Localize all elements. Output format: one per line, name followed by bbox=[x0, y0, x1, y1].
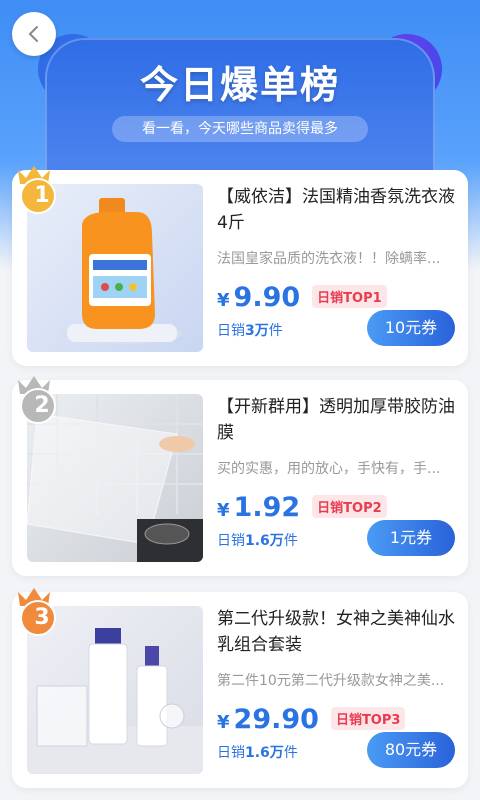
sales-value: 1.6万 bbox=[245, 745, 284, 761]
product-description: 第二件10元第二代升级款女神之美... bbox=[217, 673, 445, 689]
sales-prefix: 日销 bbox=[217, 533, 245, 549]
sales-value: 1.6万 bbox=[245, 533, 284, 549]
sales-suffix: 件 bbox=[283, 533, 298, 549]
currency-symbol: ¥ bbox=[217, 500, 230, 521]
product-description: 法国皇家品质的洗衣液！！除螨率... bbox=[217, 251, 441, 267]
back-button[interactable] bbox=[12, 12, 56, 56]
sales-prefix: 日销 bbox=[217, 745, 245, 761]
product-card[interactable]: 2 【开新群用】透明加厚带胶防油膜 买的实惠，用的放心，手快有，手... ¥ 1… bbox=[12, 376, 468, 576]
product-price: 29.90 bbox=[233, 704, 319, 735]
sales-suffix: 件 bbox=[268, 323, 283, 339]
coupon-button[interactable]: 10元券 bbox=[367, 310, 455, 346]
product-price: 9.90 bbox=[233, 282, 301, 313]
product-title[interactable]: 【开新群用】透明加厚带胶防油膜 bbox=[217, 394, 457, 446]
price-row: ¥ 29.90 日销TOP3 bbox=[217, 704, 406, 735]
sales-prefix: 日销 bbox=[217, 323, 245, 339]
product-title[interactable]: 【威依洁】法国精油香氛洗衣液4斤 bbox=[217, 184, 457, 236]
currency-symbol: ¥ bbox=[217, 290, 230, 311]
sales-suffix: 件 bbox=[283, 745, 298, 761]
rank-number: 2 bbox=[34, 393, 50, 418]
daily-sales: 日销1.6万件 bbox=[217, 742, 298, 762]
page-subtitle: 看一看，今天哪些商品卖得最多 bbox=[112, 116, 368, 142]
currency-symbol: ¥ bbox=[217, 712, 230, 733]
product-description: 买的实惠，用的放心，手快有，手... bbox=[217, 461, 441, 477]
coupon-button[interactable]: 1元券 bbox=[367, 520, 455, 556]
sales-value: 3万 bbox=[245, 323, 269, 339]
chevron-left-icon bbox=[28, 26, 38, 42]
daily-sales: 日销1.6万件 bbox=[217, 530, 298, 550]
rank-number: 3 bbox=[34, 605, 50, 630]
top-rank-badge: 日销TOP3 bbox=[330, 707, 406, 730]
price-row: ¥ 9.90 日销TOP1 bbox=[217, 282, 387, 313]
top-rank-badge: 日销TOP2 bbox=[312, 495, 387, 518]
rank-number: 1 bbox=[34, 183, 50, 208]
product-price: 1.92 bbox=[233, 492, 301, 523]
product-card[interactable]: 1 【威依洁】法国精油香氛洗衣液4斤 法国皇家品质的洗衣液！！除螨率... ¥ … bbox=[12, 166, 468, 366]
price-row: ¥ 1.92 日销TOP2 bbox=[217, 492, 387, 523]
product-card[interactable]: 3 第二代升级款！女神之美神仙水乳组合套装 第二件10元第二代升级款女神之美..… bbox=[12, 588, 468, 788]
page-title: 今日爆单榜 bbox=[139, 63, 340, 107]
daily-sales: 日销3万件 bbox=[217, 320, 283, 340]
top-rank-badge: 日销TOP1 bbox=[312, 285, 387, 308]
coupon-button[interactable]: 80元券 bbox=[367, 732, 455, 768]
product-title[interactable]: 第二代升级款！女神之美神仙水乳组合套装 bbox=[217, 606, 457, 658]
